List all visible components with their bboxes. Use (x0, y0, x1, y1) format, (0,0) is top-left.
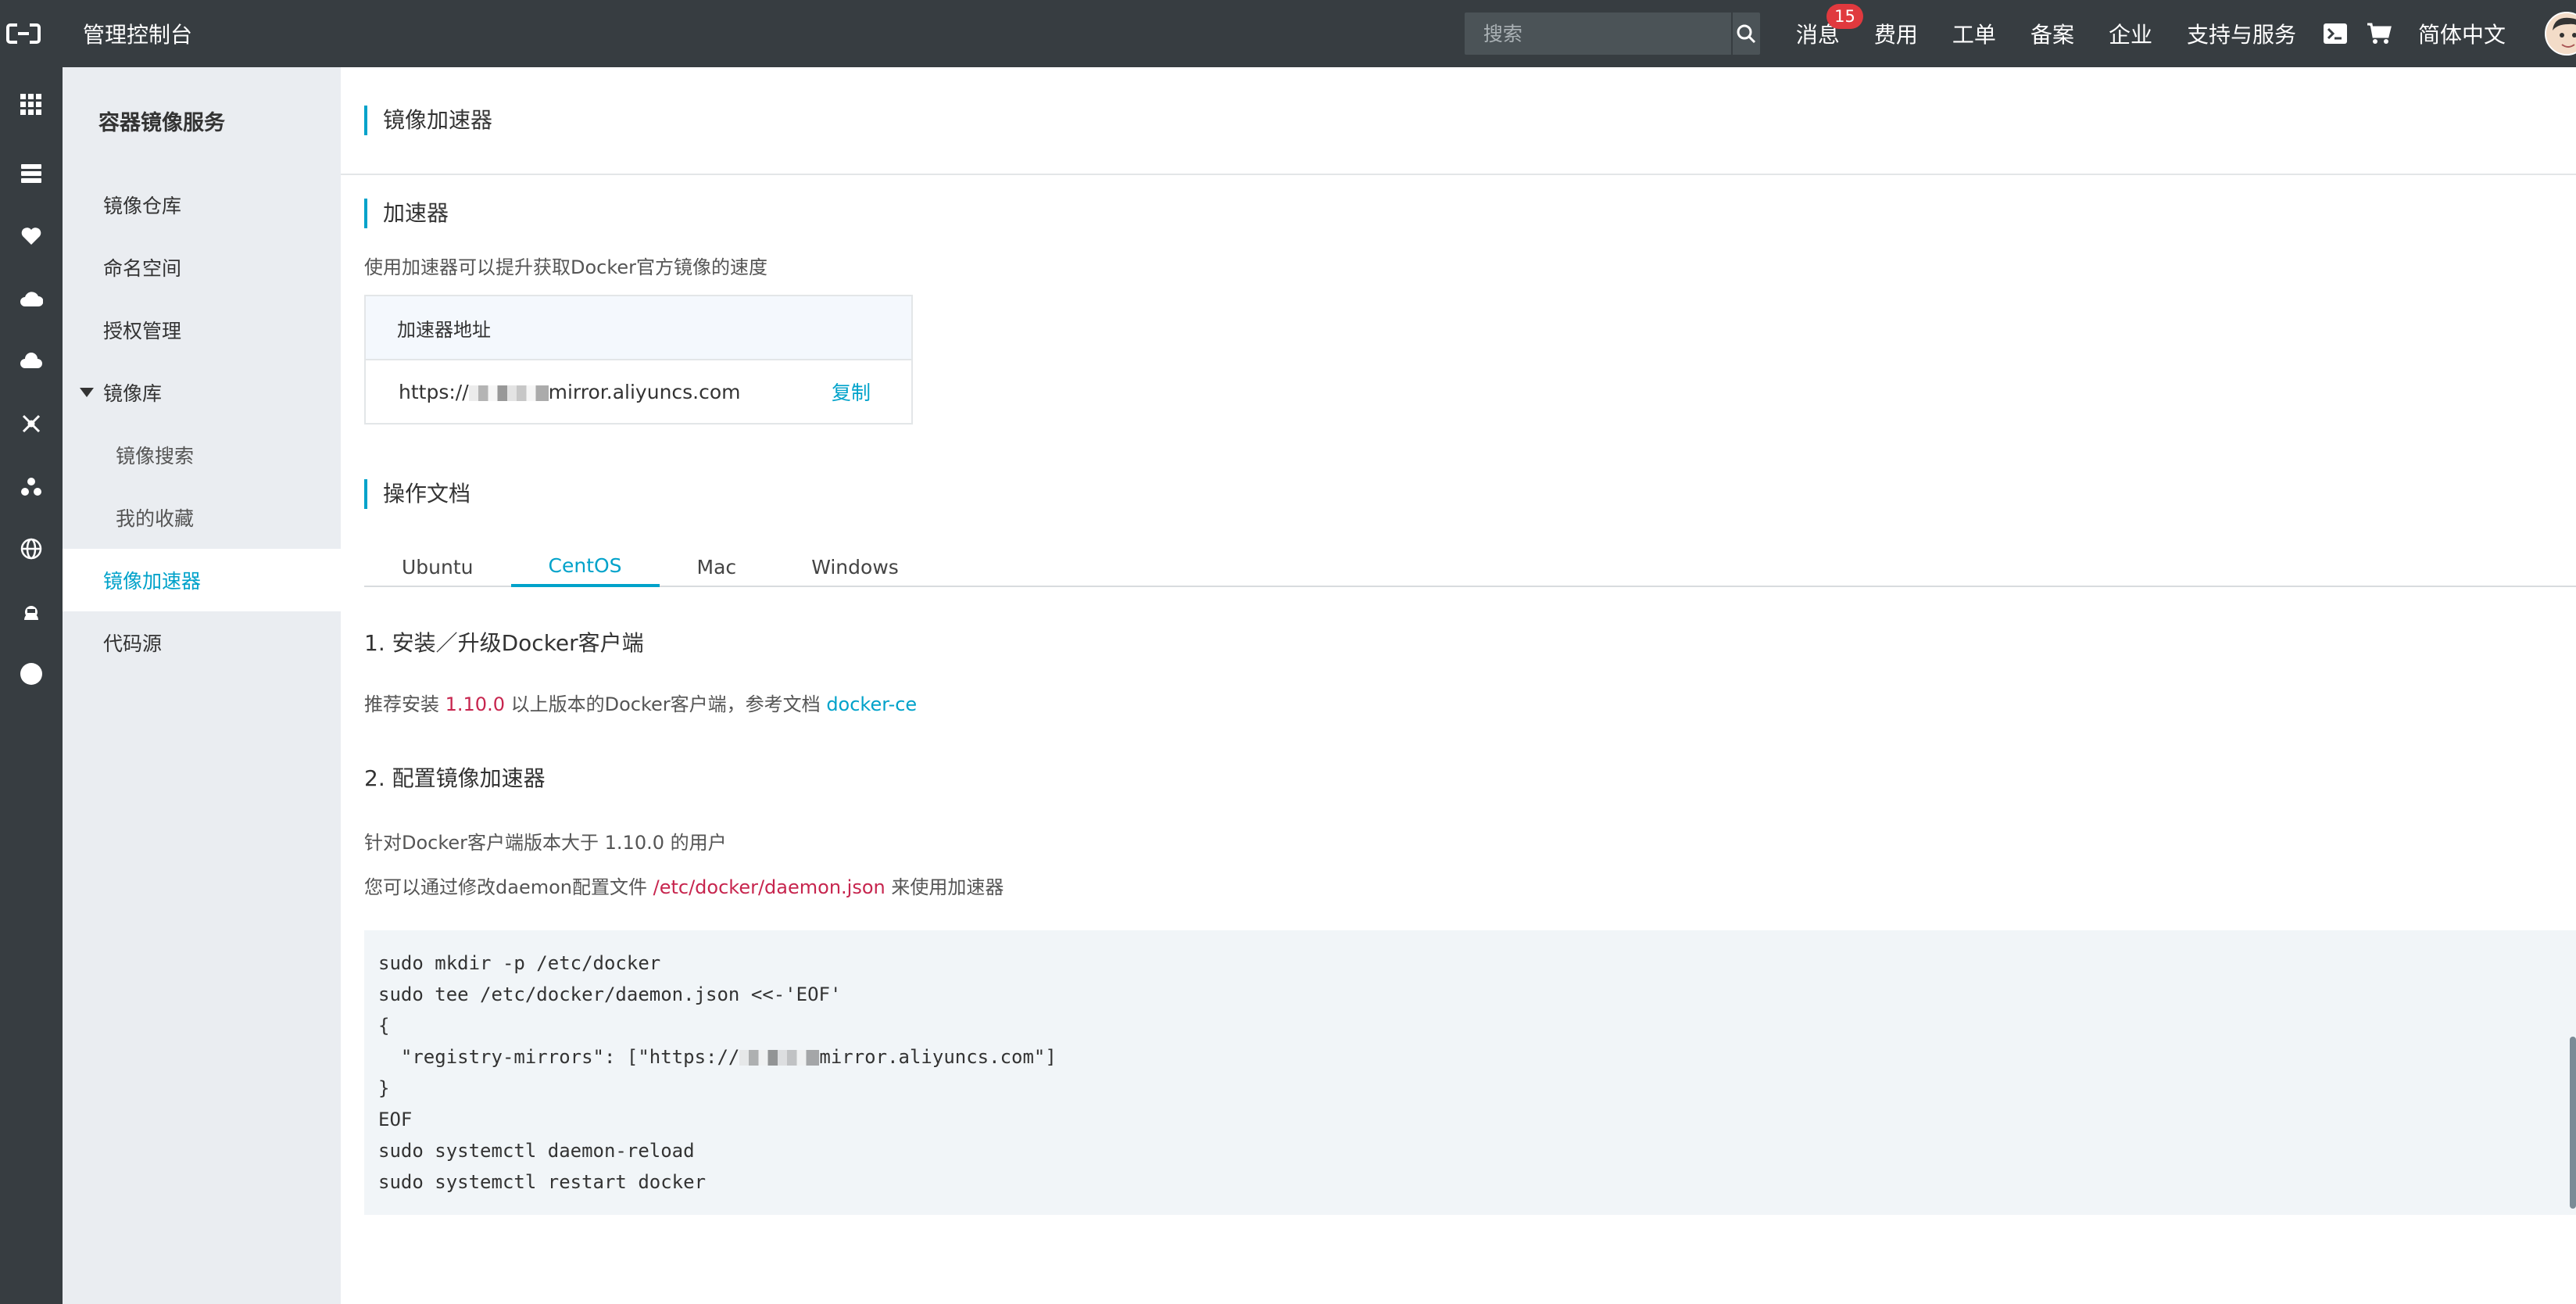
step1-text-b: 以上版本的Docker客户端，参考文档 (510, 693, 821, 715)
code-line: sudo tee /etc/docker/daemon.json <<-'EOF… (378, 983, 842, 1005)
product-icon-rail (0, 67, 63, 1304)
main-content: 镜像加速器 加速器 使用加速器可以提升获取Docker官方镜像的速度 加速器地址… (341, 67, 2576, 1304)
sidebar-group-label: 镜像库 (103, 382, 163, 405)
user-avatar[interactable] (2545, 12, 2576, 56)
cloud-upload-icon[interactable] (0, 267, 63, 330)
accelerator-address-box: 加速器地址 https:// mirror.aliyuncs.com 复制 (364, 295, 913, 425)
sidebar-item-auth[interactable]: 授权管理 (63, 299, 341, 361)
aliyun-logo-icon[interactable] (0, 0, 47, 67)
terminal-icon[interactable] (2313, 0, 2357, 67)
tab-mac[interactable]: Mac (660, 546, 775, 587)
cart-icon[interactable] (2357, 0, 2401, 67)
cluster-icon[interactable] (0, 455, 63, 518)
page-title: 镜像加速器 (364, 106, 492, 135)
code-line: EOF (378, 1109, 413, 1130)
accelerator-section: 加速器 使用加速器可以提升获取Docker官方镜像的速度 加速器地址 https… (341, 175, 2576, 425)
sidebar-group-library[interactable]: 镜像库 (63, 361, 341, 424)
sidebar-item-namespace[interactable]: 命名空间 (63, 236, 341, 299)
robot-icon[interactable] (0, 580, 63, 643)
server-icon[interactable] (0, 142, 63, 205)
scrollbar-thumb[interactable] (2570, 1037, 2576, 1209)
docs-section-title: 操作文档 (364, 479, 2576, 509)
grid-icon[interactable] (0, 67, 63, 142)
docs-section: 操作文档 Ubuntu CentOS Mac Windows 1. 安装／升级D… (341, 425, 2576, 1215)
accelerator-url: https:// mirror.aliyuncs.com (399, 381, 741, 403)
sidebar-item-favorites[interactable]: 我的收藏 (63, 486, 341, 549)
heart-icon[interactable] (0, 205, 63, 267)
config-code-block[interactable]: sudo mkdir -p /etc/docker sudo tee /etc/… (364, 930, 2576, 1215)
tab-windows[interactable]: Windows (774, 546, 936, 587)
step1-text: 推荐安装 1.10.0 以上版本的Docker客户端，参考文档 docker-c… (364, 689, 2576, 716)
accelerator-url-prefix: https:// (399, 380, 469, 403)
sidebar-item-search[interactable]: 镜像搜索 (63, 424, 341, 486)
step2-line2-a: 您可以通过修改daemon配置文件 (364, 876, 647, 898)
step1-title: 1. 安装／升级Docker客户端 (364, 630, 644, 656)
messages-count-badge: 15 (1826, 4, 1863, 29)
service-sidebar: 容器镜像服务 镜像仓库 命名空间 授权管理 镜像库 镜像搜索 我的收藏 镜像加速… (63, 67, 341, 1304)
accelerator-address-header: 加速器地址 (366, 296, 911, 360)
copy-button[interactable]: 复制 (832, 378, 871, 406)
accelerator-address-row: https:// mirror.aliyuncs.com 复制 (366, 360, 911, 423)
cloud-download-icon[interactable] (0, 330, 63, 392)
os-tabs: Ubuntu CentOS Mac Windows (364, 546, 2576, 587)
sidebar-item-source[interactable]: 代码源 (63, 611, 341, 674)
nav-enterprise[interactable]: 企业 (2109, 18, 2152, 49)
accelerator-url-suffix: mirror.aliyuncs.com (548, 380, 741, 403)
accelerator-section-title: 加速器 (364, 199, 2576, 228)
nav-support[interactable]: 支持与服务 (2187, 18, 2296, 49)
code-line: sudo mkdir -p /etc/docker (378, 952, 661, 974)
nav-tickets[interactable]: 工单 (1952, 18, 1996, 49)
step2-line1: 针对Docker客户端版本大于 1.10.0 的用户 (364, 832, 727, 854)
network-icon[interactable] (0, 392, 63, 455)
search-icon (1737, 24, 1756, 44)
code-line-suffix: mirror.aliyuncs.com"] (819, 1046, 1057, 1068)
step2-line2-b: 来使用加速器 (891, 876, 1004, 898)
search-input[interactable] (1464, 13, 1731, 55)
code-line: sudo systemctl daemon-reload (378, 1140, 695, 1162)
accelerator-description: 使用加速器可以提升获取Docker官方镜像的速度 (364, 256, 768, 278)
redacted-id (739, 1050, 820, 1066)
docker-ce-link[interactable]: docker-ce (826, 693, 917, 715)
code-line: sudo systemctl restart docker (378, 1171, 707, 1193)
daemon-json-path: /etc/docker/daemon.json (653, 876, 886, 898)
sidebar-title: 容器镜像服务 (98, 110, 225, 135)
globe-icon[interactable] (0, 518, 63, 580)
nav-messages[interactable]: 消息 15 (1796, 4, 1863, 49)
nav-icp[interactable]: 备案 (2030, 18, 2074, 49)
circle-icon[interactable] (0, 643, 63, 705)
console-title[interactable]: 管理控制台 (83, 18, 192, 49)
page-header: 镜像加速器 (341, 67, 2576, 175)
step1-version: 1.10.0 (445, 693, 505, 715)
nav-fees[interactable]: 费用 (1874, 18, 1918, 49)
redacted-id (468, 385, 549, 401)
nav-language[interactable]: 简体中文 (2418, 18, 2506, 49)
code-line: "registry-mirrors": ["https:// (378, 1046, 740, 1068)
sidebar-item-repos[interactable]: 镜像仓库 (63, 174, 341, 236)
step2-line2: 您可以通过修改daemon配置文件 /etc/docker/daemon.jso… (364, 872, 2576, 899)
step2-title: 2. 配置镜像加速器 (364, 765, 546, 791)
code-line: } (378, 1077, 390, 1099)
caret-down-icon (80, 388, 94, 397)
code-line: { (378, 1015, 390, 1037)
search-button[interactable] (1730, 13, 1760, 55)
sidebar-item-accelerator[interactable]: 镜像加速器 (63, 549, 341, 611)
tab-ubuntu[interactable]: Ubuntu (364, 546, 511, 587)
tab-centos[interactable]: CentOS (510, 546, 660, 587)
top-navigation-bar: 管理控制台 消息 15 费用 工单 备案 企业 支持与服务 简体中文 (0, 0, 2576, 67)
search-box (1464, 13, 1760, 55)
step1-text-a: 推荐安装 (364, 693, 439, 715)
